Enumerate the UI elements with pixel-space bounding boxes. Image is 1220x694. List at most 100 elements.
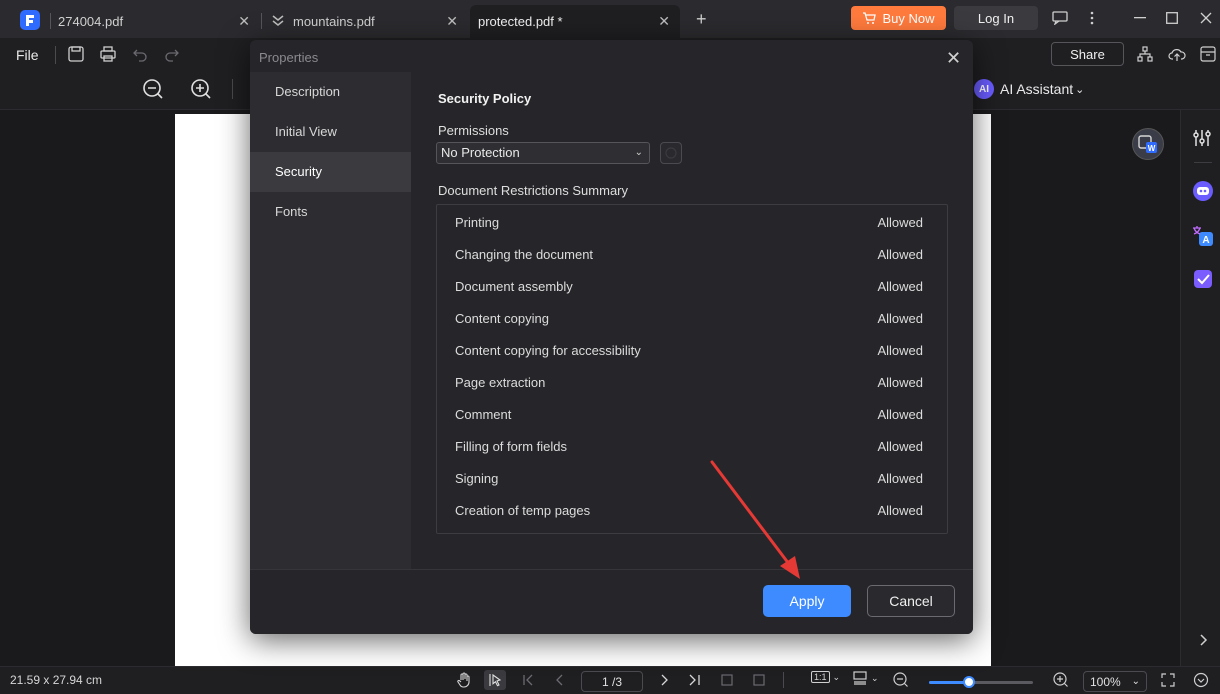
restriction-name: Comment <box>455 407 512 422</box>
restriction-value: Allowed <box>877 247 923 262</box>
dialog-close-icon[interactable]: ✕ <box>946 48 961 69</box>
restriction-value: Allowed <box>877 375 923 390</box>
zoom-out-small-icon[interactable] <box>893 672 909 688</box>
apply-button[interactable]: Apply <box>763 585 851 617</box>
close-icon[interactable]: ✕ <box>658 13 670 30</box>
undo-icon[interactable] <box>132 46 150 64</box>
cloud-upload-icon[interactable] <box>1168 46 1186 64</box>
sidebar-item-initial-view[interactable]: Initial View <box>250 112 411 152</box>
first-page-icon[interactable] <box>522 673 534 687</box>
restriction-name: Printing <box>455 215 500 230</box>
restriction-row: Creation of temp pages Allowed <box>455 495 927 527</box>
chevron-down-icon: ⌄ <box>1131 676 1140 687</box>
restriction-row: Printing Allowed <box>455 207 927 239</box>
ai-badge-icon: AI <box>974 79 994 99</box>
task-check-icon[interactable] <box>1192 268 1214 290</box>
restriction-value: Allowed <box>877 279 923 294</box>
chevron-right-icon[interactable] <box>1192 632 1214 654</box>
zoom-slider[interactable] <box>929 681 1033 684</box>
restriction-row: Document assembly Allowed <box>455 271 927 303</box>
more-menu-icon[interactable] <box>1082 8 1102 28</box>
zoom-out-icon[interactable] <box>142 78 164 100</box>
permissions-select[interactable]: No Protection ⌄ <box>436 142 650 164</box>
sidebar-item-description[interactable]: Description <box>250 72 411 112</box>
collapse-statusbar-icon[interactable] <box>1193 672 1209 688</box>
window-close-icon[interactable] <box>1196 8 1216 28</box>
restriction-value: Allowed <box>877 471 923 486</box>
restriction-row: Comment Allowed <box>455 399 927 431</box>
divider <box>783 672 784 688</box>
chevron-down-icon: ⌄ <box>634 147 643 158</box>
last-page-icon[interactable] <box>688 673 702 687</box>
fullscreen-icon[interactable] <box>1160 672 1176 688</box>
buy-now-label: Buy Now <box>882 10 935 26</box>
minimize-icon[interactable] <box>1130 8 1150 28</box>
section-heading: Security Policy <box>438 91 532 106</box>
sitemap-icon[interactable] <box>1137 46 1155 64</box>
select-tool-icon[interactable] <box>484 670 506 690</box>
next-page-icon[interactable] <box>658 673 670 687</box>
close-icon[interactable]: ✕ <box>446 13 458 30</box>
feedback-icon[interactable] <box>1050 8 1070 28</box>
ai-robot-icon[interactable] <box>1192 180 1214 202</box>
chevron-down-icon: ⌄ <box>871 672 879 683</box>
continuous-page-icon[interactable] <box>752 673 766 687</box>
save-icon[interactable] <box>68 46 86 64</box>
sidebar-item-security[interactable]: Security <box>250 152 411 192</box>
restriction-row: Content copying for accessibility Allowe… <box>455 335 927 367</box>
permissions-label: Permissions <box>438 123 509 138</box>
tab-bar: 274004.pdf ✕ mountains.pdf ✕ protected.p… <box>0 0 1220 38</box>
actual-size-button[interactable]: 1:1 ⌄ <box>811 671 840 683</box>
sliders-icon[interactable] <box>1192 128 1214 150</box>
zoom-slider-thumb[interactable] <box>962 676 975 688</box>
new-tab-button[interactable]: + <box>696 9 707 30</box>
redo-icon[interactable] <box>164 46 182 64</box>
ai-assistant-label: AI Assistant <box>1000 81 1074 97</box>
page-layout-button[interactable]: ⌄ <box>852 671 879 685</box>
page-number-input[interactable]: 1 /3 <box>581 671 643 692</box>
sidebar-item-fonts[interactable]: Fonts <box>250 192 411 232</box>
restriction-value: Allowed <box>877 439 923 454</box>
summary-label: Document Restrictions Summary <box>438 183 628 198</box>
restriction-row: Filling of form fields Allowed <box>455 431 927 463</box>
dialog-sidebar: Description Initial View Security Fonts <box>250 72 411 569</box>
tab-label: mountains.pdf <box>293 14 375 29</box>
share-button[interactable]: Share <box>1051 42 1124 66</box>
dialog-title: Properties <box>259 50 319 65</box>
cart-icon <box>862 11 877 25</box>
translate-icon[interactable]: A <box>1192 225 1214 247</box>
properties-dialog: Properties ✕ Description Initial View Se… <box>250 40 973 634</box>
maximize-icon[interactable] <box>1162 8 1182 28</box>
zoom-in-icon[interactable] <box>190 78 212 100</box>
restriction-row: Page extraction Allowed <box>455 367 927 399</box>
chevron-down-icon: ⌄ <box>1075 83 1085 96</box>
tab-274004[interactable]: 274004.pdf ✕ <box>50 5 260 38</box>
divider <box>1194 162 1212 163</box>
zoom-level-select[interactable]: 100% ⌄ <box>1083 671 1147 692</box>
restriction-name: Creation of temp pages <box>455 503 591 518</box>
panel-icon[interactable] <box>1200 46 1218 64</box>
previous-page-icon[interactable] <box>554 673 566 687</box>
app-logo-icon[interactable] <box>20 10 40 30</box>
log-in-button[interactable]: Log In <box>954 6 1038 30</box>
tab-mountains[interactable]: mountains.pdf ✕ <box>262 5 468 38</box>
zoom-in-small-icon[interactable] <box>1053 672 1069 688</box>
convert-to-word-icon[interactable]: W <box>1132 128 1164 160</box>
print-icon[interactable] <box>100 46 118 64</box>
file-menu[interactable]: File <box>16 47 39 63</box>
tab-protected[interactable]: protected.pdf * ✕ <box>470 5 680 38</box>
hand-tool-icon[interactable] <box>456 672 472 688</box>
buy-now-button[interactable]: Buy Now <box>851 6 946 30</box>
status-bar: 21.59 x 27.94 cm 1 /3 1:1 ⌄ ⌄ 100% ⌄ <box>0 666 1220 694</box>
chevron-down-icon: ⌄ <box>832 671 841 682</box>
cancel-button[interactable]: Cancel <box>867 585 955 617</box>
restriction-value: Allowed <box>877 343 923 358</box>
restriction-name: Content copying <box>455 311 549 326</box>
single-page-icon[interactable] <box>720 673 734 687</box>
restriction-name: Changing the document <box>455 247 594 262</box>
close-icon[interactable]: ✕ <box>238 13 250 30</box>
page-size-label: 21.59 x 27.94 cm <box>10 673 103 687</box>
ai-assistant-button[interactable]: AI AI Assistant ⌄ <box>974 78 1084 100</box>
zoom-level-value: 100% <box>1090 674 1121 689</box>
permission-settings-button[interactable] <box>660 142 682 164</box>
